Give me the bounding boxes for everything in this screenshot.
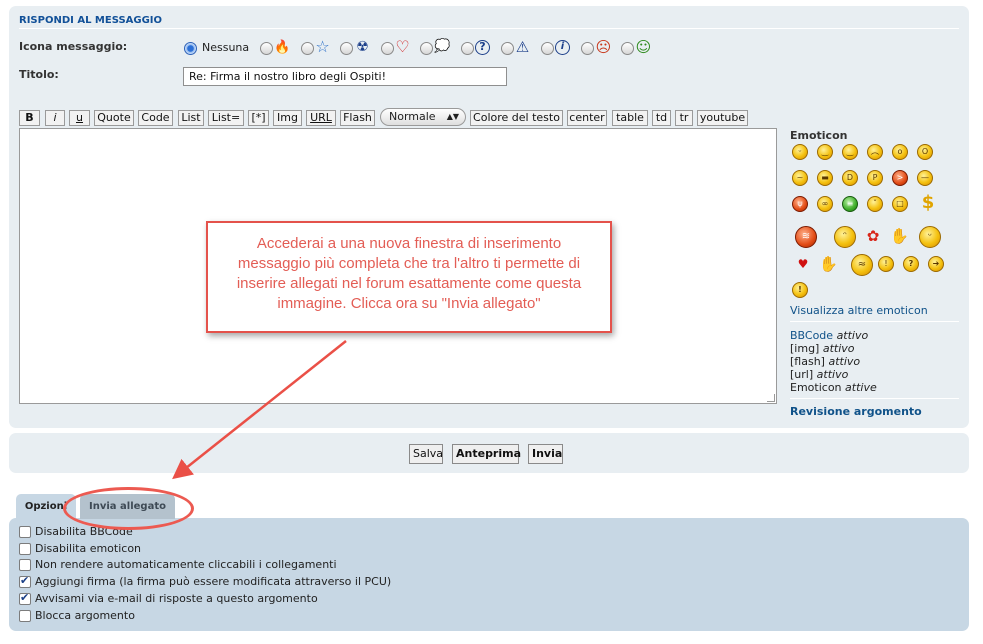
tutorial-highlight-ring — [63, 487, 194, 530]
tutorial-arrow-icon — [172, 340, 347, 480]
reply-form-screen: RISPONDI AL MESSAGGIO Icona messaggio: N… — [0, 0, 983, 644]
